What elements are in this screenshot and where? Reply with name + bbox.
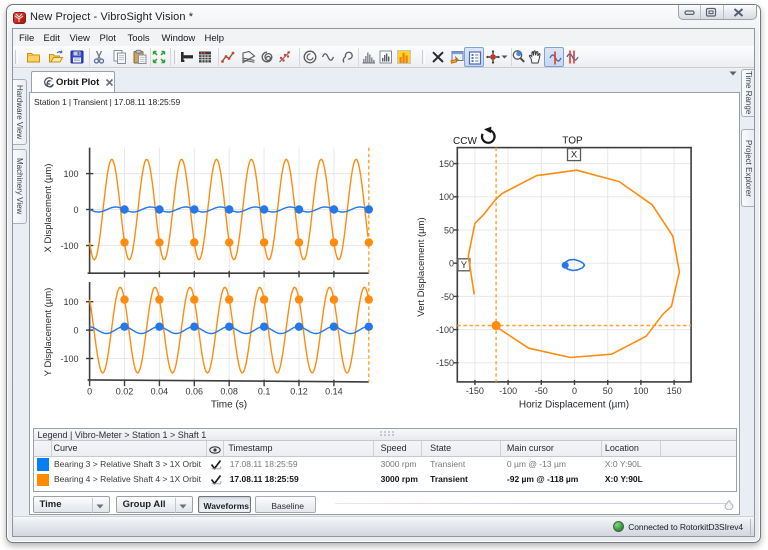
svg-text:-150: -150 [436, 358, 454, 368]
svg-text:-100: -100 [436, 325, 454, 335]
svg-text:0.12: 0.12 [290, 386, 308, 396]
svg-text:Y: Y [461, 260, 468, 271]
svg-text:100: 100 [633, 386, 648, 396]
svg-text:0.14: 0.14 [325, 386, 343, 396]
svg-text:0: 0 [572, 386, 577, 396]
svg-text:50: 50 [444, 225, 454, 235]
svg-text:TOP: TOP [562, 136, 583, 147]
svg-text:Horiz Displacement (µm): Horiz Displacement (µm) [519, 400, 629, 411]
svg-text:0.06: 0.06 [186, 386, 204, 396]
svg-text:0: 0 [73, 205, 78, 215]
svg-text:0.1: 0.1 [258, 386, 271, 396]
svg-text:150: 150 [667, 386, 682, 396]
svg-text:0: 0 [73, 326, 78, 336]
svg-text:100: 100 [439, 192, 454, 202]
svg-text:0.02: 0.02 [116, 386, 134, 396]
svg-text:50: 50 [603, 386, 613, 396]
svg-text:0.04: 0.04 [151, 386, 169, 396]
svg-text:100: 100 [63, 297, 78, 307]
svg-text:-150: -150 [466, 386, 484, 396]
svg-text:Vert Displacement (µm): Vert Displacement (µm) [416, 217, 427, 316]
svg-text:-100: -100 [499, 386, 517, 396]
svg-text:100: 100 [63, 169, 78, 179]
svg-text:Y Displacement (µm): Y Displacement (µm) [43, 288, 54, 377]
svg-text:-100: -100 [60, 241, 78, 251]
svg-text:-100: -100 [60, 354, 78, 364]
svg-text:CCW: CCW [453, 136, 477, 147]
svg-text:Time (s): Time (s) [211, 400, 247, 411]
svg-text:-50: -50 [441, 292, 454, 302]
svg-text:X: X [571, 150, 578, 161]
svg-text:0.08: 0.08 [220, 386, 238, 396]
svg-text:0: 0 [449, 259, 454, 269]
svg-text:-50: -50 [535, 386, 548, 396]
svg-text:150: 150 [439, 159, 454, 169]
svg-text:X Displacement (µm): X Displacement (µm) [43, 164, 54, 253]
svg-text:0: 0 [87, 386, 92, 396]
